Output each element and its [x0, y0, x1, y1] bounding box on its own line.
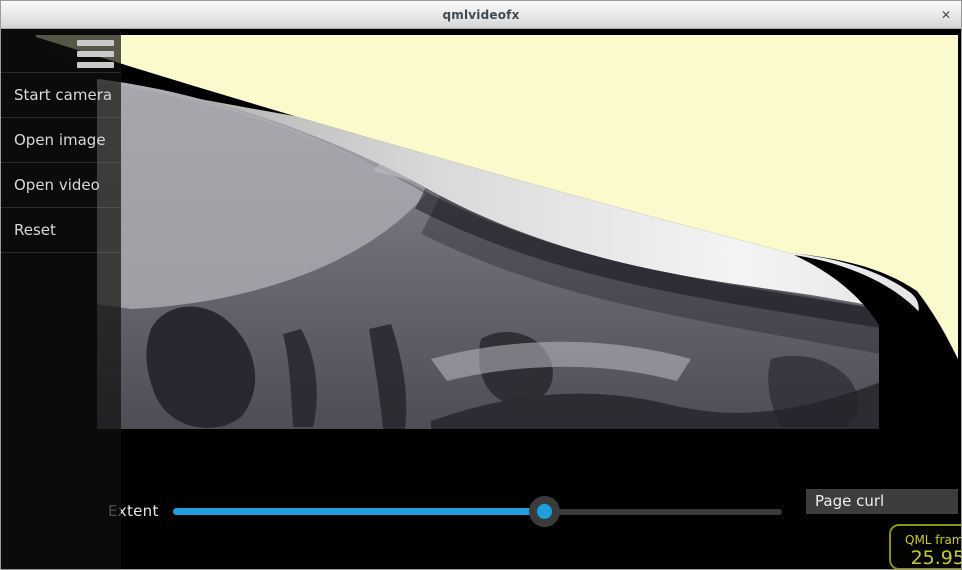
close-icon[interactable]: ✕ [941, 8, 951, 22]
sidebar-item-reset[interactable]: Reset [1, 208, 121, 253]
sidebar-item-open-video[interactable]: Open video [1, 163, 121, 208]
menu-icon[interactable] [77, 40, 114, 73]
sidebar-item-open-image[interactable]: Open image [1, 118, 121, 163]
fps-value: 25.95 [891, 547, 962, 569]
sidebar-item-start-camera[interactable]: Start camera [1, 73, 121, 118]
app-window: qmlvideofx ✕ [0, 0, 962, 570]
slider-handle[interactable] [529, 496, 560, 527]
main-area: Extent Page curl QML frame r... 25.95 St… [1, 29, 962, 570]
sidebar-menu: Start camera Open image Open video Reset [1, 72, 121, 253]
effect-controls: Extent Page curl QML frame r... 25.95 [1, 29, 962, 570]
slider-track-filled[interactable] [173, 508, 544, 515]
slider-handle-dot [537, 504, 552, 519]
fps-badge: QML frame r... 25.95 [889, 524, 962, 570]
slider-track-empty[interactable] [544, 509, 782, 515]
titlebar[interactable]: qmlvideofx ✕ [1, 1, 961, 29]
fps-label: QML frame r... [905, 533, 962, 547]
sidebar: Start camera Open image Open video Reset [1, 29, 121, 570]
window-title: qmlvideofx [1, 8, 961, 22]
effect-selector-button[interactable]: Page curl [806, 489, 958, 514]
